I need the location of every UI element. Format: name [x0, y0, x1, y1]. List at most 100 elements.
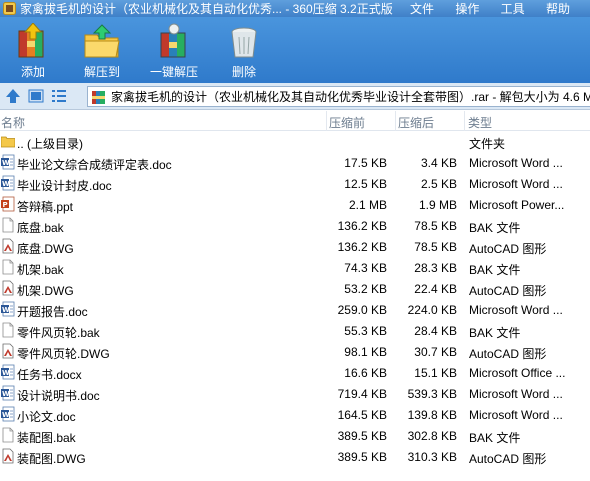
file-row[interactable]: .. (上级目录) 文件夹	[0, 131, 590, 152]
add-label: 添加	[20, 65, 45, 79]
file-size: 389.5 KB	[337, 429, 387, 443]
extract-to-button[interactable]: 解压到	[82, 17, 122, 80]
file-size: 12.5 KB	[344, 177, 387, 191]
arrow-up-icon	[6, 89, 20, 103]
file-row[interactable]: 零件风页轮.bak 55.3 KB 28.4 KB BAK 文件	[0, 320, 590, 341]
file-type: BAK 文件	[469, 221, 521, 235]
column-type[interactable]: 类型	[468, 114, 492, 131]
file-row[interactable]: W 小论文.doc 164.5 KB 139.8 KB Microsoft Word .…	[0, 404, 590, 425]
menu-operation[interactable]: 操作	[453, 0, 481, 17]
file-type: BAK 文件	[469, 326, 521, 340]
dwg-file-icon	[1, 448, 15, 464]
file-type: Microsoft Word ...	[469, 303, 563, 317]
svg-text:W: W	[2, 159, 10, 167]
file-row[interactable]: W 毕业论文综合成绩评定表.doc 17.5 KB 3.4 KB Microsoft W…	[0, 152, 590, 173]
file-row[interactable]: 装配图.bak 389.5 KB 302.8 KB BAK 文件	[0, 425, 590, 446]
file-packed-size: 310.3 KB	[407, 450, 457, 464]
thumbnail-view-button[interactable]	[26, 86, 46, 106]
file-name: 答辩稿.ppt	[17, 200, 74, 214]
file-name: 机架.bak	[17, 263, 64, 277]
file-type: 文件夹	[469, 137, 506, 151]
add-books-icon	[18, 23, 44, 58]
dwg-file-icon	[1, 343, 15, 359]
file-size: 719.4 KB	[337, 387, 387, 401]
window-title: 家禽拔毛机的设计（农业机械化及其自动化优秀... - 360压缩 3.2正式版	[20, 2, 393, 16]
word-file-icon: W	[1, 406, 15, 422]
file-packed-size: 224.0 KB	[407, 303, 457, 317]
file-name: 任务书.docx	[17, 368, 82, 382]
menu-help[interactable]: 帮助	[544, 0, 572, 17]
file-size: 2.1 MB	[348, 198, 387, 212]
file-packed-size: 78.5 KB	[414, 219, 457, 233]
delete-button[interactable]: 删除	[224, 17, 264, 80]
add-button[interactable]: 添加	[13, 17, 53, 80]
dwg-file-icon	[1, 280, 15, 296]
menu-bar: 文件 操作 工具 帮助	[408, 0, 590, 17]
file-type: Microsoft Word ...	[469, 387, 563, 401]
blank-file-icon	[1, 322, 15, 338]
file-packed-size: 3.4 KB	[420, 156, 457, 170]
file-packed-size: 78.5 KB	[414, 240, 457, 254]
file-packed-size: 139.8 KB	[407, 408, 457, 422]
file-row[interactable]: 装配图.DWG 389.5 KB 310.3 KB AutoCAD 图形	[0, 446, 590, 467]
file-packed-size: 22.4 KB	[414, 282, 457, 296]
file-row[interactable]: W 设计说明书.doc 719.4 KB 539.3 KB Microsoft Word…	[0, 383, 590, 404]
file-type: BAK 文件	[469, 263, 521, 277]
file-type: AutoCAD 图形	[469, 347, 547, 361]
file-size: 17.5 KB	[344, 156, 387, 170]
file-name: 设计说明书.doc	[17, 389, 100, 403]
file-size: 136.2 KB	[337, 219, 387, 233]
address-path-field[interactable]: 家禽拔毛机的设计（农业机械化及其自动化优秀毕业设计全套带图）.rar - 解包大…	[87, 86, 590, 107]
file-name: 小论文.doc	[17, 410, 76, 424]
file-type: Microsoft Power...	[469, 198, 565, 212]
menu-tools[interactable]: 工具	[499, 0, 527, 17]
file-packed-size: 2.5 KB	[420, 177, 457, 191]
word-file-icon: W	[1, 385, 15, 401]
list-view-button[interactable]	[49, 86, 69, 106]
folder-file-icon	[0, 133, 16, 149]
file-name: 毕业设计封皮.doc	[17, 179, 112, 193]
app-logo-icon	[3, 2, 16, 15]
file-size: 389.5 KB	[337, 450, 387, 464]
file-row[interactable]: 零件风页轮.DWG 98.1 KB 30.7 KB AutoCAD 图形	[0, 341, 590, 362]
file-name: .. (上级目录)	[17, 137, 83, 151]
file-row[interactable]: 机架.bak 74.3 KB 28.3 KB BAK 文件	[0, 257, 590, 278]
file-type: AutoCAD 图形	[469, 242, 547, 256]
file-row[interactable]: W 任务书.docx 16.6 KB 15.1 KB Microsoft Office …	[0, 362, 590, 383]
file-type: Microsoft Word ...	[469, 408, 563, 422]
column-divider[interactable]	[464, 111, 465, 131]
file-list: .. (上级目录) 文件夹 W 毕业论文综合成绩评定表.doc 17.5 KB 3.4 K…	[0, 131, 590, 467]
file-packed-size: 1.9 MB	[418, 198, 457, 212]
one-click-extract-button[interactable]: 一键解压	[150, 17, 198, 80]
column-size[interactable]: 压缩前	[329, 114, 365, 131]
column-packed[interactable]: 压缩后	[398, 114, 434, 131]
up-level-button[interactable]	[3, 86, 23, 106]
file-type: AutoCAD 图形	[469, 452, 547, 466]
file-packed-size: 28.4 KB	[414, 324, 457, 338]
delete-label: 删除	[231, 65, 256, 79]
file-size: 98.1 KB	[344, 345, 387, 359]
file-row[interactable]: 机架.DWG 53.2 KB 22.4 KB AutoCAD 图形	[0, 278, 590, 299]
file-row[interactable]: P 答辩稿.ppt 2.1 MB 1.9 MB Microsoft Power...	[0, 194, 590, 215]
file-size: 55.3 KB	[344, 324, 387, 338]
word-file-icon: W	[1, 364, 15, 380]
svg-text:W: W	[2, 411, 10, 419]
extract-to-label: 解压到	[83, 65, 120, 79]
file-type: Microsoft Office ...	[469, 366, 566, 380]
file-row[interactable]: W 毕业设计封皮.doc 12.5 KB 2.5 KB Microsoft Word .…	[0, 173, 590, 194]
archive-icon	[92, 90, 105, 104]
file-name: 零件风页轮.bak	[17, 326, 100, 340]
file-name: 零件风页轮.DWG	[17, 347, 110, 361]
column-divider[interactable]	[326, 111, 327, 131]
column-divider[interactable]	[395, 111, 396, 131]
menu-file[interactable]: 文件	[408, 0, 436, 17]
file-row[interactable]: 底盘.bak 136.2 KB 78.5 KB BAK 文件	[0, 215, 590, 236]
file-size: 74.3 KB	[344, 261, 387, 275]
file-row[interactable]: W 开题报告.doc 259.0 KB 224.0 KB Microsoft Word …	[0, 299, 590, 320]
column-name[interactable]: 名称	[1, 114, 25, 131]
blank-file-icon	[1, 427, 15, 443]
dwg-file-icon	[1, 238, 15, 254]
ppt-file-icon: P	[1, 196, 15, 212]
file-size: 53.2 KB	[344, 282, 387, 296]
file-row[interactable]: 底盘.DWG 136.2 KB 78.5 KB AutoCAD 图形	[0, 236, 590, 257]
